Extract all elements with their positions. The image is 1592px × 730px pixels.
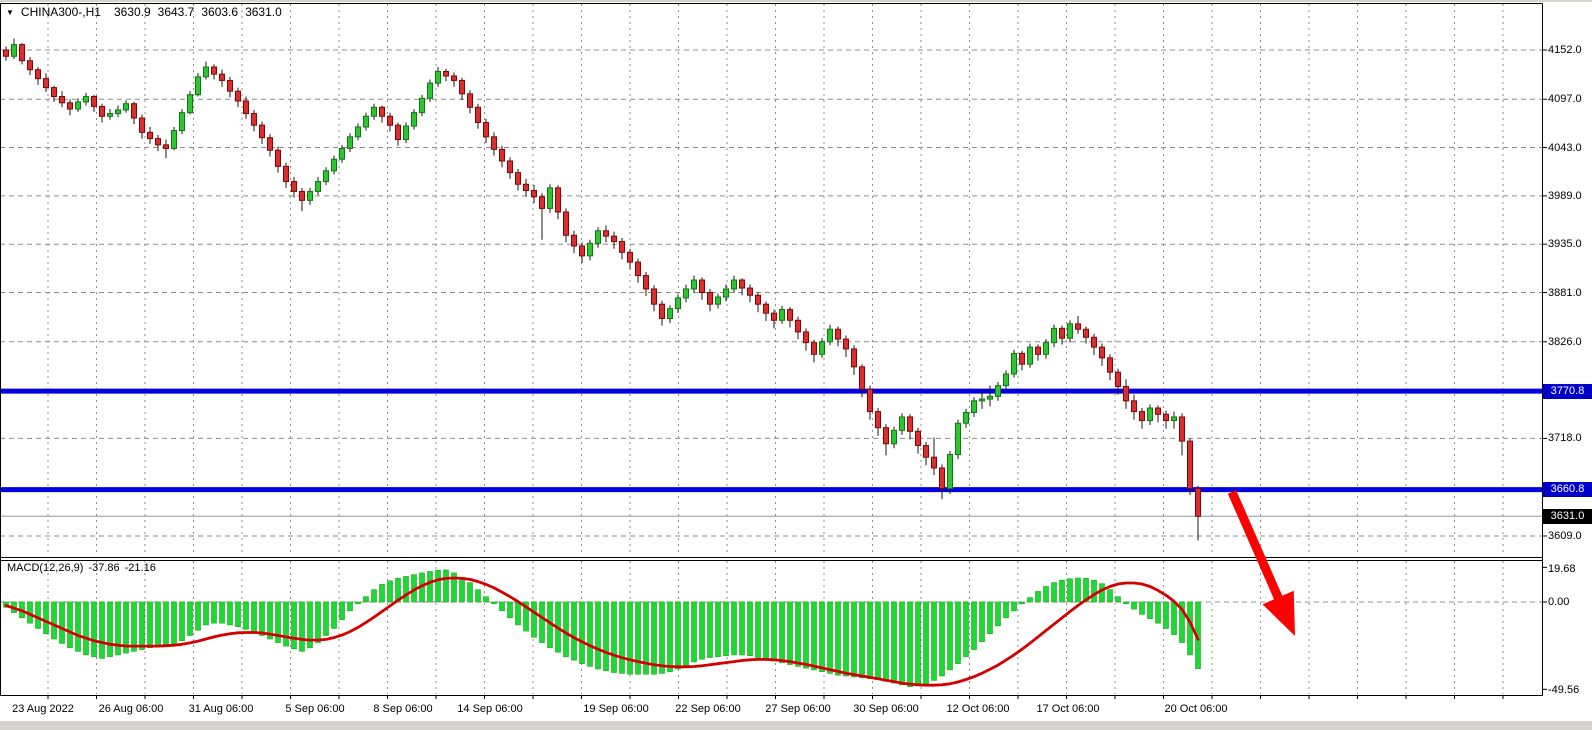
price-axis-label: 3609.0 xyxy=(1548,529,1582,543)
candles-layer xyxy=(4,38,1201,540)
window-bottom-edge xyxy=(0,721,1592,730)
time-axis-label: 12 Oct 06:00 xyxy=(947,702,1010,716)
ohlc-low-value: 3603.6 xyxy=(201,5,238,19)
horizontal-lines-layer[interactable] xyxy=(0,391,1542,516)
price-axis-label: 3881.0 xyxy=(1548,286,1582,300)
macd-axis-zero-label: 0.00 xyxy=(1548,595,1569,609)
time-axis-label: 27 Sep 06:00 xyxy=(765,702,830,716)
time-axis-label: 31 Aug 06:00 xyxy=(189,702,254,716)
hline-price-badge-lower: 3660.8 xyxy=(1543,482,1592,497)
time-axis-label: 19 Sep 06:00 xyxy=(583,702,648,716)
macd-indicator-name: MACD(12,26,9) xyxy=(7,562,83,574)
macd-signal-line xyxy=(6,578,1198,685)
price-axis-label: 3718.0 xyxy=(1548,431,1582,445)
symbol-dropdown-icon[interactable]: ▼ xyxy=(6,8,14,17)
price-axis-label: 4097.0 xyxy=(1548,92,1582,106)
current-price-badge: 3631.0 xyxy=(1543,509,1592,524)
panel-borders-layer xyxy=(1,4,1548,700)
macd-layer xyxy=(4,570,1201,687)
macd-indicator-label: MACD(12,26,9) -37.86 -21.16 xyxy=(7,562,156,574)
time-axis-label: 23 Aug 2022 xyxy=(12,702,74,716)
ohlc-high-value: 3643.7 xyxy=(158,5,195,19)
chart-header: ▼ CHINA300-,H1 3630.9 3643.7 3603.6 3631.0 xyxy=(6,5,282,19)
macd-signal-value: -21.16 xyxy=(125,562,156,574)
symbol-timeframe-label: CHINA300-,H1 xyxy=(21,5,101,19)
price-axis-label: 4152.0 xyxy=(1548,43,1582,57)
time-axis-label: 5 Sep 06:00 xyxy=(285,702,344,716)
time-axis-label: 14 Sep 06:00 xyxy=(457,702,522,716)
chart-canvas[interactable] xyxy=(0,0,1592,730)
time-axis-label: 8 Sep 06:00 xyxy=(373,702,432,716)
time-axis-label: 20 Oct 06:00 xyxy=(1165,702,1228,716)
time-axis-label: 30 Sep 06:00 xyxy=(853,702,918,716)
macd-axis-min-label: -49.56 xyxy=(1548,683,1579,697)
mt4-chart-window: ▼ CHINA300-,H1 3630.9 3643.7 3603.6 3631.0 MA… xyxy=(0,0,1592,730)
price-axis-label: 3826.0 xyxy=(1548,335,1582,349)
macd-main-value: -37.86 xyxy=(88,562,119,574)
price-axis-label: 3989.0 xyxy=(1548,189,1582,203)
grid-layer xyxy=(0,4,1542,694)
price-axis-label: 3935.0 xyxy=(1548,237,1582,251)
ohlc-close-value: 3631.0 xyxy=(245,5,282,19)
time-axis-label: 26 Aug 06:00 xyxy=(99,702,164,716)
red-arrow-annotation[interactable] xyxy=(1232,492,1295,636)
ohlc-open-value: 3630.9 xyxy=(114,5,151,19)
hline-price-badge-upper: 3770.8 xyxy=(1543,384,1592,399)
macd-axis-max-label: 19.68 xyxy=(1548,562,1576,576)
time-axis-label: 17 Oct 06:00 xyxy=(1037,702,1100,716)
time-axis-label: 22 Sep 06:00 xyxy=(675,702,740,716)
price-axis-label: 4043.0 xyxy=(1548,141,1582,155)
